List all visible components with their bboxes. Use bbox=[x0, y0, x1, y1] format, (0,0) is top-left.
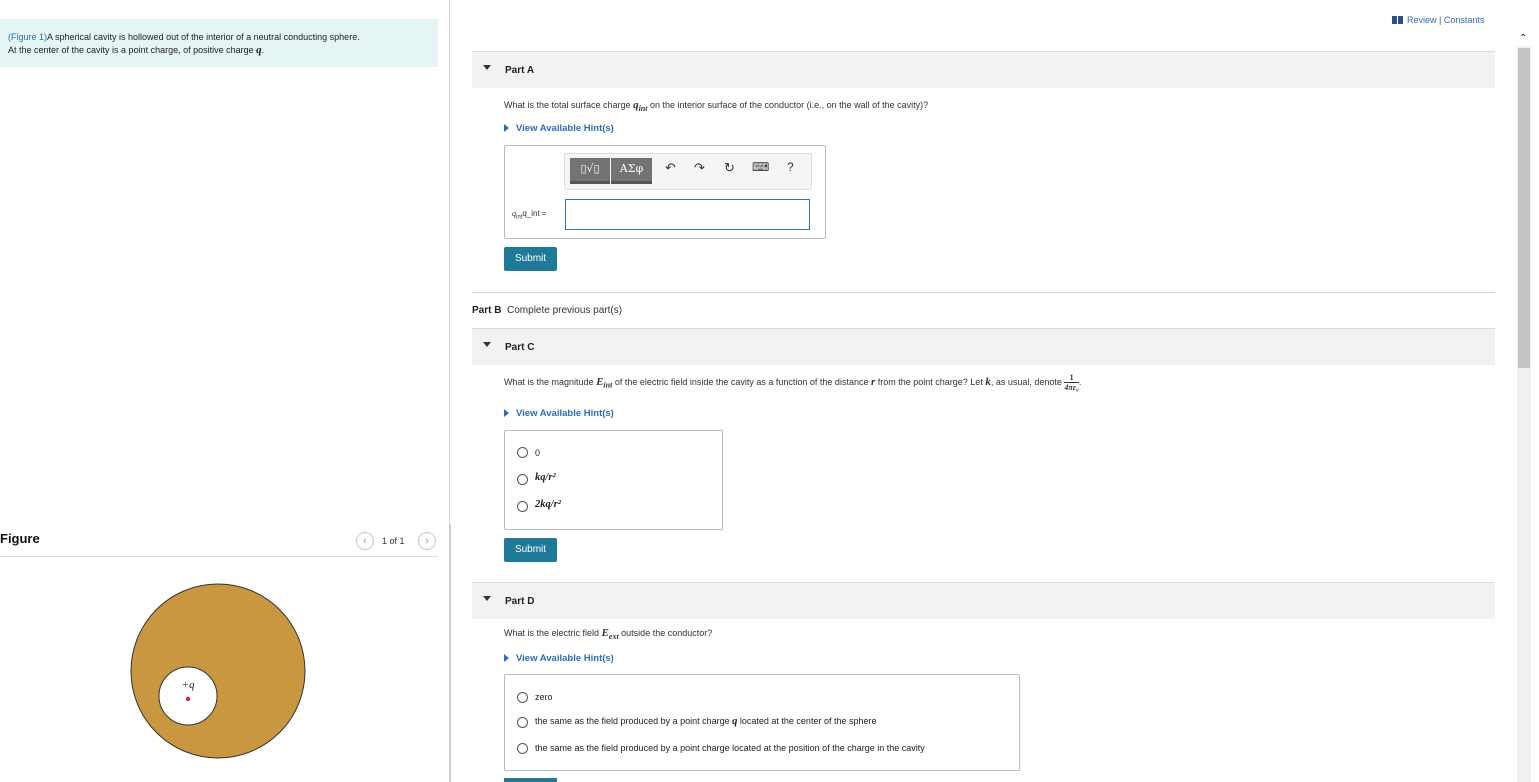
figure-title: Figure bbox=[0, 531, 40, 546]
part-a-header[interactable]: Part A bbox=[472, 51, 1495, 88]
part-d-hint-toggle[interactable]: View Available Hint(s) bbox=[504, 653, 614, 664]
figure-next-button[interactable]: › bbox=[418, 532, 436, 550]
caret-right-icon bbox=[504, 124, 509, 132]
question-text: What is the total surface charge bbox=[504, 100, 634, 110]
radio-option-center[interactable] bbox=[517, 717, 528, 728]
review-link[interactable]: Review bbox=[1407, 15, 1437, 25]
figure-prev-button[interactable]: ‹ bbox=[356, 532, 374, 550]
part-c-hint-toggle[interactable]: View Available Hint(s) bbox=[504, 408, 614, 419]
question-text: What is the magnitude bbox=[504, 376, 597, 387]
part-c-question: What is the magnitude Eint of the electr… bbox=[504, 373, 1081, 392]
question-text-mid2: from the point charge? Let bbox=[875, 376, 986, 387]
question-period: . bbox=[1078, 376, 1082, 387]
option-label-kq-r2: kq/r² bbox=[535, 472, 556, 483]
part-c-title: Part C bbox=[505, 342, 535, 353]
reset-icon[interactable]: ↻ bbox=[724, 160, 735, 176]
figure-header-divider bbox=[0, 556, 438, 557]
caret-right-icon bbox=[504, 409, 509, 417]
radio-option-zero[interactable] bbox=[517, 692, 528, 703]
input-label: qintq_int = bbox=[512, 209, 547, 221]
question-text: What is the electric field bbox=[504, 628, 602, 638]
figure-image: +q bbox=[130, 583, 306, 759]
part-a-hint-toggle[interactable]: View Available Hint(s) bbox=[504, 123, 614, 134]
part-d-title: Part D bbox=[505, 596, 535, 607]
hint-label: View Available Hint(s) bbox=[516, 653, 614, 664]
templates-button[interactable]: ▯√▯ bbox=[570, 158, 610, 184]
intro-line2: At the center of the cavity is a point c… bbox=[8, 45, 257, 55]
option-label-cavity: the same as the field produced by a poin… bbox=[535, 743, 925, 753]
option-label-center: the same as the field produced by a poin… bbox=[535, 716, 876, 727]
part-a-title: Part A bbox=[505, 65, 535, 76]
option-text-pre: the same as the field produced by a poin… bbox=[535, 716, 733, 726]
part-d-question: What is the electric field Eext outside … bbox=[504, 627, 712, 641]
intro-text: (Figure 1)A spherical cavity is hollowed… bbox=[8, 31, 438, 57]
radio-option-2kq-r2[interactable] bbox=[517, 501, 528, 512]
question-text-post: on the interior surface of the conductor… bbox=[647, 100, 929, 110]
collapse-triangle-icon bbox=[483, 342, 491, 347]
undo-icon[interactable]: ↶ bbox=[665, 160, 676, 176]
redo-icon[interactable]: ↷ bbox=[694, 160, 705, 176]
keyboard-icon[interactable]: ⌨ bbox=[752, 160, 769, 174]
fraction-numerator: 1 bbox=[1064, 373, 1079, 383]
part-d-header[interactable]: Part D bbox=[472, 582, 1495, 619]
part-b-status-text: Complete previous part(s) bbox=[507, 305, 623, 316]
math-sub-ext: ext bbox=[608, 631, 619, 641]
point-charge bbox=[185, 696, 191, 702]
charge-label: +q bbox=[182, 679, 195, 691]
intro-line1: A spherical cavity is hollowed out of th… bbox=[47, 32, 360, 42]
part-separator bbox=[472, 292, 1495, 293]
answer-input[interactable] bbox=[565, 199, 810, 230]
radio-option-0[interactable] bbox=[517, 447, 528, 458]
option-label-2kq-r2: 2kq/r² bbox=[535, 499, 561, 510]
question-text-post: , as usual, denote bbox=[990, 376, 1065, 387]
question-text-post: outside the conductor? bbox=[618, 628, 713, 638]
header-separator: | bbox=[1436, 15, 1444, 25]
constants-link[interactable]: Constants bbox=[1444, 15, 1485, 25]
spherical-cavity bbox=[158, 666, 218, 726]
chevron-right-icon: › bbox=[425, 535, 429, 547]
collapse-triangle-icon bbox=[483, 65, 491, 70]
caret-right-icon bbox=[504, 654, 509, 662]
math-sub-int: int bbox=[603, 380, 613, 390]
math-e: E bbox=[601, 627, 609, 639]
hint-label: View Available Hint(s) bbox=[516, 408, 614, 419]
fraction-denominator: 4πε₀ bbox=[1064, 383, 1079, 392]
radio-option-kq-r2[interactable] bbox=[517, 474, 528, 485]
part-a-question: What is the total surface charge qint on… bbox=[504, 99, 928, 113]
input-label-alt: q_int = bbox=[522, 209, 547, 218]
hint-label: View Available Hint(s) bbox=[516, 123, 614, 134]
help-icon[interactable]: ? bbox=[787, 160, 794, 174]
figure-counter: 1 of 1 bbox=[382, 536, 405, 546]
chevron-left-icon: ‹ bbox=[363, 535, 367, 547]
option-label-0: 0 bbox=[535, 448, 541, 458]
review-constants-links: Review | Constants bbox=[1392, 15, 1484, 25]
conducting-sphere bbox=[130, 583, 306, 759]
part-b-status: Part B Complete previous part(s) bbox=[472, 305, 622, 316]
option-text-post: located at the center of the sphere bbox=[737, 716, 877, 726]
question-text-mid: of the electric field inside the cavity … bbox=[612, 376, 871, 387]
scroll-up-icon[interactable]: ⌃ bbox=[1519, 33, 1527, 44]
radio-option-cavity[interactable] bbox=[517, 743, 528, 754]
option-label-zero: zero bbox=[535, 692, 553, 702]
figure-link[interactable]: (Figure 1) bbox=[8, 32, 47, 42]
part-c-header[interactable]: Part C bbox=[472, 328, 1495, 365]
part-d-submit-button[interactable] bbox=[504, 778, 557, 782]
part-a-submit-button[interactable]: Submit bbox=[504, 247, 557, 271]
collapse-triangle-icon bbox=[483, 596, 491, 601]
part-c-submit-button[interactable]: Submit bbox=[504, 538, 557, 562]
greek-symbols-button[interactable]: ΑΣφ bbox=[611, 158, 652, 184]
part-b-title: Part B bbox=[472, 305, 502, 316]
intro-period: . bbox=[261, 45, 265, 55]
scrollbar-thumb[interactable] bbox=[1518, 48, 1530, 368]
book-icon bbox=[1392, 16, 1403, 24]
panel-resize-handle[interactable] bbox=[449, 524, 451, 782]
fraction-1-over-4pi-eps0: 1 4πε₀ bbox=[1064, 373, 1079, 392]
